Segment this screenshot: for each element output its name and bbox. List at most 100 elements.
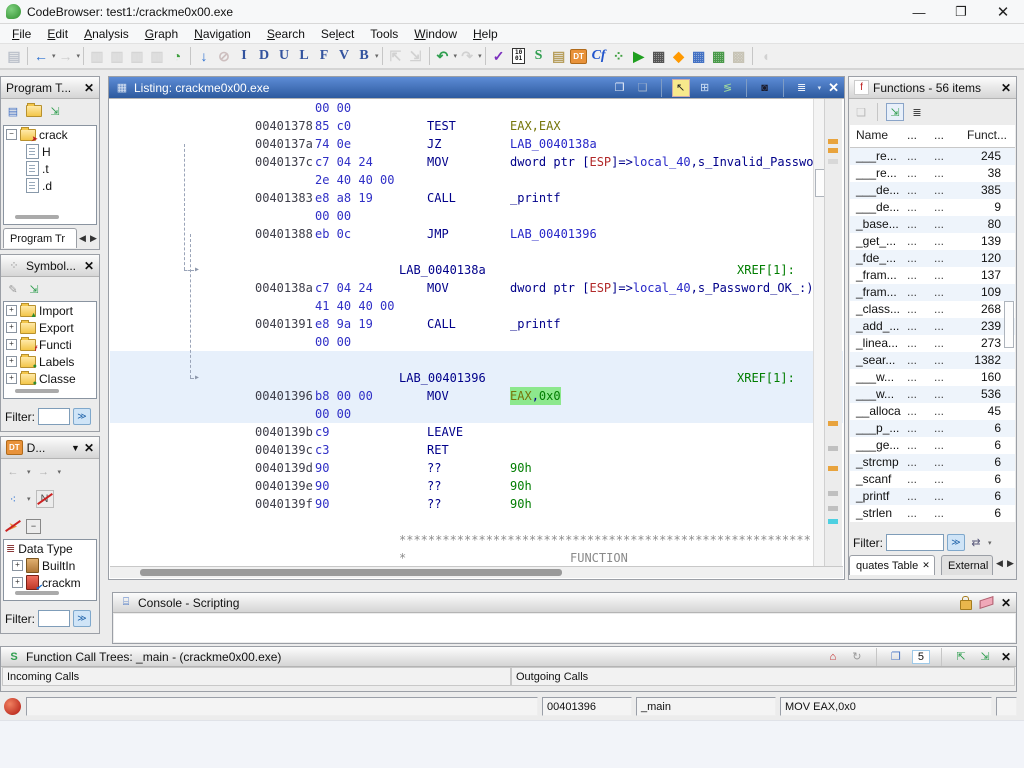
function-row[interactable]: _strcmp......6 <box>850 454 1015 471</box>
listing-instruction-row[interactable]: 0040137a74 0eJZLAB_0040138a <box>110 135 843 153</box>
listing-operands[interactable]: dword ptr [ESP]=>local_40,s_Invalid_Pass… <box>510 153 821 171</box>
data-table-icon[interactable]: ▦ <box>689 46 709 66</box>
close-icon[interactable]: ✕ <box>1001 596 1011 610</box>
filter-outgoing-icon[interactable]: ⇲ <box>977 649 993 665</box>
expand-icon[interactable]: + <box>6 305 17 316</box>
home-icon[interactable]: ⌂ <box>825 649 841 665</box>
listing-bytes[interactable]: c9 <box>315 423 329 441</box>
menu-select[interactable]: Select <box>313 25 362 43</box>
listing-row[interactable]: 41 40 40 00 <box>110 297 843 315</box>
call-trees-header[interactable]: S Function Call Trees: _main - (crackme0… <box>1 647 1016 667</box>
menu-analysis[interactable]: Analysis <box>76 25 137 43</box>
tab-external[interactable]: External <box>941 555 993 575</box>
listing-header[interactable]: ▦ Listing: crackme0x00.exe ❐ ❑ ↖ ⊞ ≶ ◙ ≣… <box>109 77 844 99</box>
listing-operands[interactable]: 90h <box>510 495 532 513</box>
call-graph-icon[interactable]: ⁘ <box>609 46 629 66</box>
function-row[interactable]: _fde_.........120 <box>850 250 1015 267</box>
tree-item-functi[interactable]: +fFuncti <box>4 336 96 353</box>
listing-instruction-row[interactable]: 00401388eb 0cJMPLAB_00401396 <box>110 225 843 243</box>
expand-icon[interactable]: + <box>12 577 23 588</box>
listing-operands[interactable]: dword ptr [ESP]=>local_40,s_Password_OK_… <box>510 279 821 297</box>
function-row[interactable]: _class.........268 <box>850 301 1015 318</box>
listing-row[interactable]: 00 00 <box>110 207 843 225</box>
functions-column-header[interactable]: Funct... <box>967 128 1007 142</box>
analysis-marker[interactable] <box>828 159 838 164</box>
tab-close-icon[interactable]: ✕ <box>922 560 930 571</box>
tab-program-tree[interactable]: Program Tr <box>3 228 77 248</box>
listing-bytes[interactable]: c7 04 24 <box>315 279 373 297</box>
dropdown-caret-icon[interactable]: ▾ <box>375 52 379 60</box>
cursor-tracking-icon[interactable]: ↖ <box>672 79 690 97</box>
horizontal-scrollbar[interactable] <box>15 389 59 393</box>
functions-column-header[interactable]: ... <box>934 128 944 142</box>
listing-bytes[interactable]: 00 00 <box>315 333 351 351</box>
listing-instruction-row[interactable]: 0040138ac7 04 24MOVdword ptr [ESP]=>loca… <box>110 279 843 297</box>
listing-horizontal-scrollbar[interactable] <box>110 566 843 578</box>
listing-instruction-row[interactable]: 0040139f90??90h <box>110 495 843 513</box>
tree-item-section[interactable]: .t <box>4 160 96 177</box>
tree-item-export[interactable]: +Export <box>4 319 96 336</box>
listing-content[interactable]: ▸ ▸ 00 000040137885 c0TESTEAX,EAX0040137… <box>110 99 843 566</box>
listing-operands[interactable]: LAB_0040138a <box>510 135 597 153</box>
memory-bytes-icon[interactable]: ▦ <box>649 46 669 66</box>
listing-bytes[interactable]: eb 0c <box>315 225 351 243</box>
tree-item-section[interactable]: H <box>4 143 96 160</box>
analysis-marker[interactable] <box>828 506 838 511</box>
listing-address[interactable]: 0040138a <box>255 279 313 297</box>
listing-address[interactable]: 0040137a <box>255 135 313 153</box>
listing-operands[interactable]: _printf <box>510 315 561 333</box>
listing-address[interactable]: 00401388 <box>255 225 313 243</box>
clear-console-icon[interactable] <box>980 596 994 609</box>
listing-label[interactable]: LAB_00401396 <box>399 369 486 387</box>
listing-row[interactable]: 00 00 <box>110 405 843 423</box>
menu-window[interactable]: Window <box>406 25 465 43</box>
data-type-manager-header[interactable]: DT D... ▼ ✕ <box>1 437 99 459</box>
listing-row[interactable]: 00 00 <box>110 99 843 117</box>
function-row[interactable]: _scanf......6 <box>850 471 1015 488</box>
listing-row[interactable]: *FUNCTION <box>110 549 843 566</box>
menu-search[interactable]: Search <box>259 25 313 43</box>
tree-item-crackm[interactable]: +✔crackm <box>4 574 96 591</box>
analysis-marker[interactable] <box>828 421 838 426</box>
dropdown-caret-icon[interactable]: ▾ <box>77 52 81 60</box>
function-row[interactable]: _get_.........139 <box>850 233 1015 250</box>
listing-mnemonic[interactable]: MOV <box>427 387 449 405</box>
listing-mnemonic[interactable]: JMP <box>427 225 449 243</box>
listing-comment[interactable]: ****************************************… <box>399 531 811 549</box>
incoming-calls-header[interactable]: Incoming Calls <box>2 667 511 686</box>
listing-bytes[interactable]: e8 a8 19 <box>315 189 373 207</box>
filter-arrows-icon[interactable]: ⁖ <box>5 491 21 507</box>
listing-mnemonic[interactable]: ?? <box>427 495 441 513</box>
close-icon[interactable]: ✕ <box>84 441 94 455</box>
listing-bytes[interactable]: 00 00 <box>315 207 351 225</box>
listing-mnemonic[interactable]: ?? <box>427 477 441 495</box>
function-row[interactable]: _strlen......6 <box>850 505 1015 522</box>
functions-column-header[interactable]: ... <box>907 128 917 142</box>
listing-bytes[interactable]: c7 04 24 <box>315 153 373 171</box>
listing-instruction-row[interactable]: 0040139bc9LEAVE <box>110 423 843 441</box>
filter-options-icon[interactable]: ≫ <box>73 610 91 627</box>
function-row[interactable]: ___w.........536 <box>850 386 1015 403</box>
listing-bytes[interactable]: 00 00 <box>315 99 351 117</box>
function-row[interactable]: _fram.........109 <box>850 284 1015 301</box>
undefine-u-icon[interactable]: U <box>274 46 294 66</box>
expand-icon[interactable]: + <box>6 373 17 384</box>
column-filter-icon[interactable]: ⇄ <box>968 535 984 551</box>
listing-operands[interactable]: EAX,EAX <box>510 117 561 135</box>
listing-bytes[interactable]: 90 <box>315 459 329 477</box>
listing-options-icon[interactable]: ≣ <box>794 80 810 96</box>
listing-instruction-row[interactable]: 0040139d90??90h <box>110 459 843 477</box>
functions-header[interactable]: f Functions - 56 items ✕ <box>849 77 1016 99</box>
tree-item-program-root[interactable]: −➤crack <box>4 126 96 143</box>
duplicate-window-icon[interactable]: ❐ <box>888 649 904 665</box>
function-row[interactable]: _base.........80 <box>850 216 1015 233</box>
listing-mnemonic[interactable]: CALL <box>427 315 456 333</box>
listing-row[interactable]: 00 00 <box>110 333 843 351</box>
listing-mnemonic[interactable]: TEST <box>427 117 456 135</box>
close-icon[interactable]: ✕ <box>84 259 94 273</box>
snapshot-icon[interactable]: ◙ <box>757 80 773 96</box>
expand-icon[interactable]: + <box>6 322 17 333</box>
analysis-marker[interactable] <box>828 491 838 496</box>
filter-options-icon[interactable]: ≫ <box>73 408 91 425</box>
collapse-all-icon[interactable]: − <box>26 519 41 534</box>
